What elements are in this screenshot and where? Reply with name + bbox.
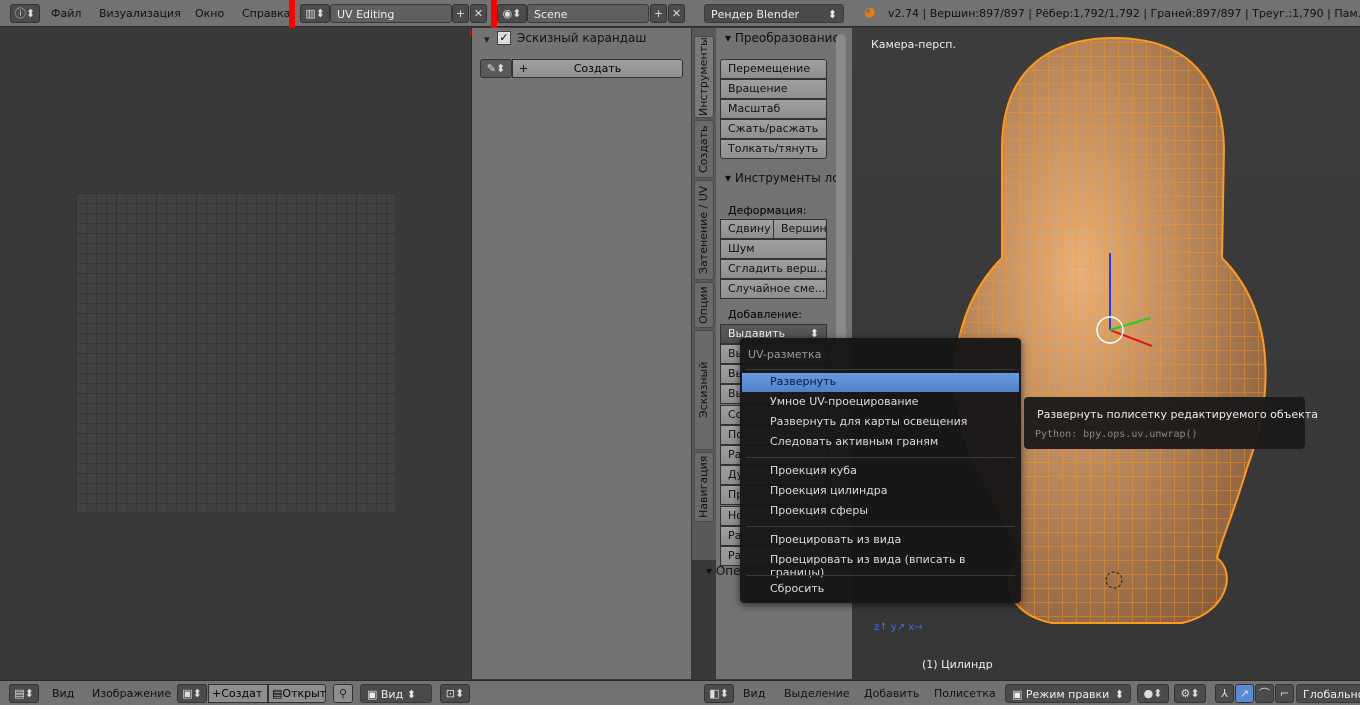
render-engine-label: Рендер Blender xyxy=(711,8,800,21)
mode-select[interactable]: ▣ Режим правки ⬍ xyxy=(1005,684,1131,703)
translate-button[interactable]: Перемещение xyxy=(720,59,827,79)
create-button[interactable]: + Создать xyxy=(512,59,683,78)
grease-pencil-panel: ▾ ✓ Эскизный карандаш ✎⬍ + Создать xyxy=(471,28,691,679)
transform-title: Преобразование xyxy=(734,31,840,45)
transform-header[interactable]: ▾ Преобразование xyxy=(725,31,840,45)
delete-scene-button[interactable]: ✕ xyxy=(668,4,685,23)
updown-icon: ⬍ xyxy=(827,8,837,21)
pencil-icon[interactable]: ✎⬍ xyxy=(480,59,512,78)
3d-editor-type-icon[interactable]: ◧⬍ xyxy=(704,684,734,703)
menu-separator xyxy=(746,369,1015,370)
pivot-point-icon[interactable]: ⚙⬍ xyxy=(1174,684,1206,703)
object-name: (1) Цилиндр xyxy=(922,658,993,671)
orientation-select[interactable]: Глобально xyxy=(1296,684,1360,703)
view-mode-label: Вид xyxy=(380,688,404,701)
operator-header[interactable]: ▾ Опе xyxy=(706,564,741,578)
menu-render[interactable]: Визуализация xyxy=(99,7,181,20)
menu-item-reset[interactable]: Сбросить xyxy=(742,580,1019,599)
randomize-button[interactable]: Случайное сме... xyxy=(720,279,827,299)
blender-logo-icon: ◕ xyxy=(864,5,876,20)
checkbox-enabled[interactable]: ✓ xyxy=(497,31,511,45)
bottom-headers: ▤⬍ Вид Изображение ▣⬍ +Создат ▤Открыт ⚲ … xyxy=(0,680,1360,705)
tooltip-python: Python: bpy.ops.uv.unwrap() xyxy=(1035,429,1198,440)
axis-gizmo-icon: z↑ y↗ x→ xyxy=(874,622,923,633)
menu-item-sphere[interactable]: Проекция сферы xyxy=(742,502,1019,521)
updown-icon: ⬍ xyxy=(1114,688,1124,701)
new-image-label: Создат xyxy=(221,687,263,700)
tab-grease-pencil[interactable]: Эскизный карандаш xyxy=(694,330,728,450)
tooltip: Развернуть полисетку редактируемого объе… xyxy=(1024,397,1318,449)
menu-item-cube[interactable]: Проекция куба xyxy=(742,462,1019,481)
slide-vertex-button[interactable]: Вершин xyxy=(773,219,827,239)
manipulator-toggle-icon[interactable]: ⅄ xyxy=(1215,684,1234,703)
menu-separator xyxy=(746,526,1015,527)
grease-title: Эскизный карандаш xyxy=(517,31,647,45)
translate-manipulator-icon[interactable]: ↗ xyxy=(1235,684,1254,703)
info-editor-icon[interactable]: ⓘ⬍ xyxy=(10,4,40,23)
uv-grid xyxy=(76,193,395,512)
plus-icon: + xyxy=(519,62,529,75)
menu-item-smart-uv[interactable]: Умное UV-проецирование xyxy=(742,393,1019,412)
deform-label: Деформация: xyxy=(728,204,807,217)
tab-tools[interactable]: Инструменты xyxy=(694,36,714,118)
uv-menu-image[interactable]: Изображение xyxy=(92,687,171,700)
menu-separator xyxy=(746,457,1015,458)
scene-icon[interactable]: ◉⬍ xyxy=(497,4,527,23)
rotate-manipulator-icon[interactable]: ⌒ xyxy=(1255,684,1274,703)
top-header: ⓘ⬍ Файл Визуализация Окно Справка ▥⬍ UV … xyxy=(0,0,1360,36)
v3d-menu-add[interactable]: Добавить xyxy=(864,687,919,700)
uv-mapping-menu: UV-разметка Развернуть Умное UV-проециро… xyxy=(740,338,1021,603)
menu-item-project-view[interactable]: Проецировать из вида xyxy=(742,531,1019,550)
scene-selector[interactable]: Scene xyxy=(527,4,649,23)
pin-icon[interactable]: ⚲ xyxy=(333,684,353,703)
uv-menu-view[interactable]: Вид xyxy=(52,687,74,700)
pivot-icon[interactable]: ⊡⬍ xyxy=(440,684,470,703)
menu-item-cylinder[interactable]: Проекция цилиндра xyxy=(742,482,1019,501)
tools-title: Инструменты ло xyxy=(734,171,840,185)
menu-item-follow-active[interactable]: Следовать активным граням xyxy=(742,433,1019,452)
v3d-menu-view[interactable]: Вид xyxy=(743,687,765,700)
editor-type-icon[interactable]: ▤⬍ xyxy=(9,684,39,703)
uv-view-mode-select[interactable]: ▣ Вид ⬍ xyxy=(360,684,432,703)
tooltip-text: Развернуть полисетку редактируемого объе… xyxy=(1037,408,1318,421)
menu-file[interactable]: Файл xyxy=(51,7,81,20)
shelf-tabs: Инструменты Создать Затенение / UV Опции… xyxy=(692,28,728,560)
tools-header[interactable]: ▾ Инструменты ло xyxy=(725,171,840,185)
scene-stats: v2.74 | Вершин:897/897 | Рёбер:1,792/1,7… xyxy=(888,7,1360,20)
scale-button[interactable]: Масштаб xyxy=(720,99,827,119)
menu-item-project-view-bounds[interactable]: Проецировать из вида (вписать в границы) xyxy=(742,551,1019,579)
slide-edge-button[interactable]: Сдвину xyxy=(720,219,774,239)
open-image-button[interactable]: ▤Открыт xyxy=(268,684,326,703)
v3d-menu-mesh[interactable]: Полисетка xyxy=(934,687,996,700)
image-browse-icon[interactable]: ▣⬍ xyxy=(177,684,207,703)
add-label: Добавление: xyxy=(728,308,802,321)
tab-create[interactable]: Создать xyxy=(694,120,714,178)
rotate-button[interactable]: Вращение xyxy=(720,79,827,99)
smooth-vertex-button[interactable]: Сгладить верш... xyxy=(720,259,827,279)
add-scene-button[interactable]: + xyxy=(650,4,667,23)
mode-label: Режим правки xyxy=(1025,688,1110,701)
menu-window[interactable]: Окно xyxy=(195,7,224,20)
create-label: Создать xyxy=(573,62,622,75)
menu-help[interactable]: Справка xyxy=(242,7,290,20)
push-pull-button[interactable]: Толкать/тянуть xyxy=(720,139,827,159)
open-image-label: Открыт xyxy=(282,687,327,700)
shading-icon[interactable]: ●⬍ xyxy=(1137,684,1169,703)
menu-separator xyxy=(746,575,1015,576)
menu-item-lightmap[interactable]: Развернуть для карты освещения xyxy=(742,413,1019,432)
tab-options[interactable]: Опции xyxy=(694,282,714,328)
scale-manipulator-icon[interactable]: ⌐ xyxy=(1275,684,1294,703)
collapse-icon[interactable]: ▾ xyxy=(484,33,490,46)
menu-item-unwrap[interactable]: Развернуть xyxy=(742,373,1019,392)
shrink-fatten-button[interactable]: Сжать/расжать xyxy=(720,119,827,139)
v3d-menu-select[interactable]: Выделение xyxy=(784,687,850,700)
noise-button[interactable]: Шум xyxy=(720,239,827,259)
new-image-button[interactable]: +Создат xyxy=(208,684,268,703)
tab-shading-uv[interactable]: Затенение / UV xyxy=(694,180,714,280)
render-engine-select[interactable]: Рендер Blender ⬍ xyxy=(704,4,844,23)
operator-title: Опе xyxy=(715,564,741,578)
tab-navigation[interactable]: Навигация xyxy=(694,452,714,522)
menu-title: UV-разметка xyxy=(748,348,822,361)
